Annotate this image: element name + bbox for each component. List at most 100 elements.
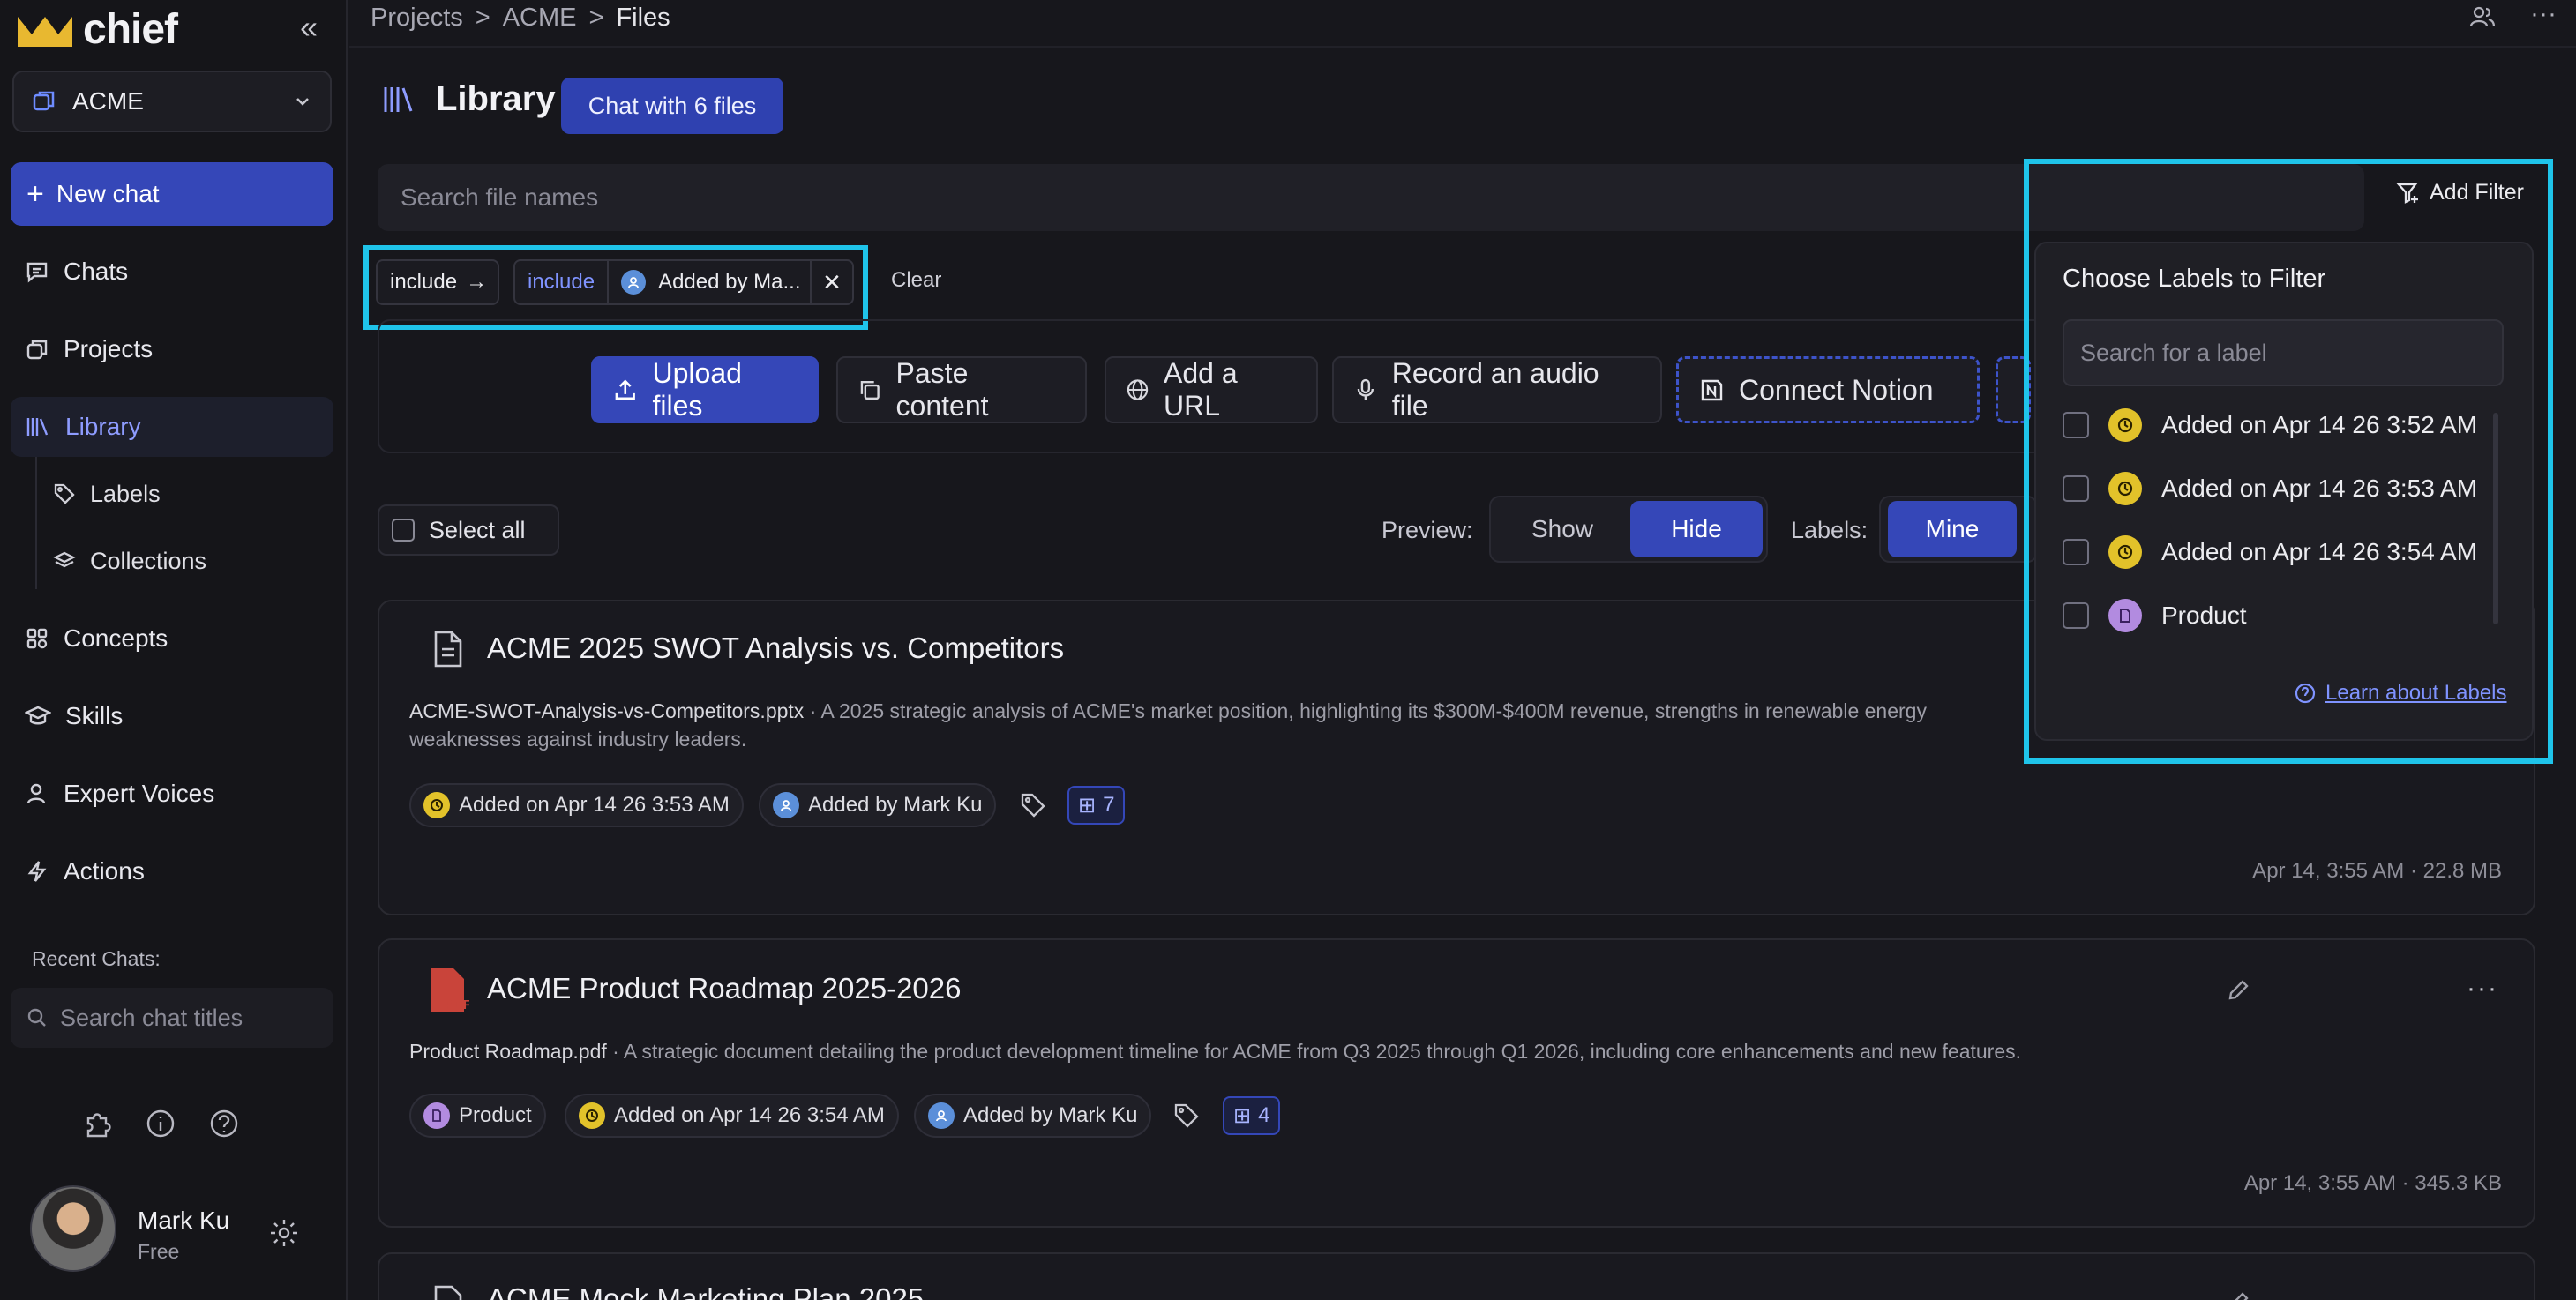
sidebar-item-label: Expert Voices (64, 780, 215, 807)
checkbox[interactable] (2063, 475, 2089, 502)
record-audio-button[interactable]: Record an audio file (1332, 356, 1662, 423)
sidebar-item-library[interactable]: Library (11, 397, 333, 457)
label-option[interactable]: Added on Apr 14 26 3:53 AM (2063, 462, 2477, 515)
sidebar-item-label: Skills (65, 702, 124, 729)
chat-search-input[interactable]: Search chat titles (11, 988, 333, 1048)
sidebar-item-label: Collections (90, 547, 207, 574)
more-options-icon[interactable]: ··· (2467, 974, 2498, 1004)
preview-hide-button[interactable]: Hide (1630, 501, 1763, 557)
tag-icon[interactable] (1173, 1102, 1200, 1129)
svg-text:PDF: PDF (445, 997, 469, 1012)
file-title[interactable]: ACME 2025 SWOT Analysis vs. Competitors (487, 631, 1064, 665)
chat-with-files-button[interactable]: Chat with 6 files (561, 78, 783, 134)
gear-icon[interactable] (268, 1217, 300, 1249)
sidebar-item-actions[interactable]: Actions (11, 841, 333, 901)
sidebar-item-collections[interactable]: Collections (53, 536, 206, 586)
concepts-icon (26, 628, 48, 649)
user-avatar[interactable] (30, 1185, 116, 1272)
breadcrumb-acme[interactable]: ACME (503, 4, 577, 33)
info-icon[interactable] (145, 1108, 176, 1139)
sidebar-item-label: Projects (64, 335, 154, 362)
upload-files-button[interactable]: Upload files (591, 356, 819, 423)
preview-show-button[interactable]: Show (1496, 501, 1629, 557)
breadcrumb-projects[interactable]: Projects (371, 4, 463, 33)
new-chat-button[interactable]: + New chat (11, 162, 333, 226)
checkbox[interactable] (392, 519, 415, 542)
label-panel-scrollbar[interactable] (2493, 413, 2498, 624)
close-icon[interactable]: ✕ (810, 261, 852, 303)
logo[interactable]: chief (16, 5, 178, 54)
related-count-badge[interactable]: ⊞ 7 (1067, 786, 1126, 825)
edit-icon[interactable] (2227, 1291, 2250, 1300)
sidebar-item-label: Actions (64, 857, 145, 885)
puzzle-icon[interactable] (81, 1108, 113, 1139)
breadcrumb-files: Files (616, 4, 670, 32)
collapse-sidebar-button[interactable]: « (294, 11, 324, 44)
document-icon (434, 631, 462, 668)
file-name: Product Roadmap.pdf (409, 1040, 607, 1063)
label-option[interactable]: Added on Apr 14 26 3:54 AM (2063, 526, 2477, 579)
filter-mode[interactable]: include (515, 261, 610, 303)
file-title[interactable]: ACME Product Roadmap 2025-2026 (487, 972, 961, 1005)
file-search-placeholder: Search file names (401, 183, 599, 211)
filter-chip[interactable]: include Added by Ma... ✕ (513, 259, 854, 305)
label-pill[interactable]: Added on Apr 14 26 3:54 AM (565, 1094, 899, 1138)
person-icon (621, 270, 647, 295)
label-search-input[interactable]: Search for a label (2063, 319, 2504, 386)
checkbox[interactable] (2063, 602, 2089, 629)
label-option[interactable]: Product (2063, 589, 2247, 642)
label-pill[interactable]: Product (409, 1094, 546, 1138)
include-toggle[interactable]: include → (376, 259, 499, 305)
label-pill-text: Added by Mark Ku (963, 1103, 1138, 1127)
label-option-text: Added on Apr 14 26 3:53 AM (2161, 474, 2478, 502)
sidebar-item-labels[interactable]: Labels (53, 469, 161, 519)
more-options-icon[interactable]: ··· (2530, 1, 2557, 32)
label-option[interactable]: Added on Apr 14 26 3:52 AM (2063, 399, 2477, 452)
library-icon (384, 86, 413, 112)
file-description-line2: weaknesses against industry leaders. (409, 728, 747, 751)
upload-icon (615, 379, 635, 400)
chat-search-placeholder: Search chat titles (60, 1004, 243, 1031)
sidebar-item-concepts[interactable]: Concepts (11, 609, 333, 669)
workspace-icon (33, 91, 55, 111)
clear-filters-button[interactable]: Clear (891, 268, 941, 293)
file-title[interactable]: ACME Mock Marketing Plan 2025 (487, 1282, 924, 1300)
breadcrumb-separator: > (588, 4, 604, 32)
filter-add-icon (2396, 183, 2418, 204)
connect-notion-button[interactable]: Connect Notion (1676, 356, 1980, 423)
document-icon (423, 1102, 450, 1129)
label-pill[interactable]: Added by Mark Ku (759, 783, 997, 827)
sidebar-item-projects[interactable]: Projects (11, 319, 333, 379)
checkbox[interactable] (2063, 412, 2089, 438)
file-meta: Apr 14, 3:55 AM · 345.3 KB (2243, 1171, 2502, 1195)
file-description: Product Roadmap.pdf · A strategic docume… (409, 1040, 2022, 1063)
sidebar-item-skills[interactable]: Skills (11, 686, 333, 746)
add-filter-label: Add Filter (2430, 180, 2524, 205)
label-pill[interactable]: Added on Apr 14 26 3:53 AM (409, 783, 744, 827)
include-toggle-label: include (390, 270, 458, 294)
add-url-button[interactable]: Add a URL (1105, 356, 1318, 423)
users-icon[interactable] (2468, 4, 2497, 32)
select-all-checkbox[interactable]: Select all (378, 504, 559, 556)
tag-icon[interactable] (1020, 792, 1046, 818)
projects-icon (26, 340, 48, 360)
related-count-badge[interactable]: ⊞ 4 (1223, 1096, 1281, 1135)
paste-content-label: Paste content (895, 357, 989, 422)
breadcrumb-separator: > (475, 4, 490, 32)
recent-chats-label: Recent Chats: (32, 947, 161, 970)
document-icon (434, 1285, 462, 1300)
labels-mine-button[interactable]: Mine (1888, 501, 2017, 557)
upload-files-label: Upload files (652, 357, 742, 422)
paste-content-button[interactable]: Paste content (836, 356, 1087, 423)
sidebar-item-chats[interactable]: Chats (11, 242, 333, 302)
label-pill[interactable]: Added by Mark Ku (914, 1094, 1152, 1138)
sidebar-item-expert-voices[interactable]: Expert Voices (11, 764, 333, 824)
edit-icon[interactable] (2227, 979, 2250, 1002)
checkbox[interactable] (2063, 539, 2089, 565)
help-icon[interactable] (208, 1108, 240, 1139)
learn-about-labels-link[interactable]: Learn about Labels (2294, 681, 2507, 706)
graduation-cap-icon (25, 706, 51, 725)
workspace-selector[interactable]: ACME (12, 71, 332, 132)
add-filter-button[interactable]: Add Filter (2396, 180, 2524, 205)
clock-icon (2108, 535, 2142, 569)
